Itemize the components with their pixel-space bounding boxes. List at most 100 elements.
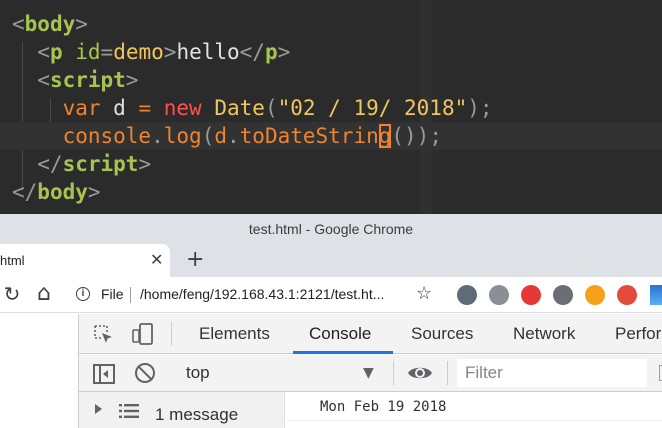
code-token: </ — [12, 180, 38, 204]
scheme-label: File — [101, 286, 124, 302]
code-token: > — [75, 12, 88, 36]
clear-console-icon[interactable] — [135, 363, 155, 383]
omnibox-divider — [130, 287, 131, 303]
code-token: console — [62, 124, 152, 148]
spy-extension-icon[interactable] — [457, 285, 477, 305]
new-tab-button[interactable]: + — [186, 247, 204, 272]
code-token: body — [24, 12, 76, 36]
code-token: > — [138, 152, 152, 176]
text-cursor: g — [378, 124, 392, 148]
active-tab-indicator — [293, 351, 393, 354]
chevron-down-icon: ▼ — [363, 365, 374, 381]
code-token: </ — [12, 152, 63, 176]
code-token: . — [151, 124, 164, 148]
shield-extension-icon[interactable] — [489, 285, 509, 305]
console-sidebar: 1 message — [79, 392, 285, 428]
code-token: Date — [214, 96, 265, 120]
expand-arrow-icon[interactable] — [95, 404, 102, 414]
adblock-extension-icon[interactable] — [521, 285, 541, 305]
code-token: ()); — [391, 124, 442, 148]
code-token: script — [49, 68, 126, 92]
browser-tab[interactable]: html ✕ — [0, 244, 170, 277]
message-count[interactable]: 1 message — [155, 405, 238, 425]
tab-performance[interactable]: Perfor — [615, 324, 661, 344]
code-token: demo — [113, 40, 164, 64]
home-icon[interactable]: ⌂ — [32, 282, 56, 306]
device-toolbar-icon[interactable] — [131, 322, 155, 346]
code-token: > — [125, 68, 139, 92]
console-toolbar: top ▼ — [79, 355, 662, 392]
house-extension-icon[interactable] — [617, 285, 637, 305]
code-token: < — [12, 12, 25, 36]
code-line: var d = new Date("02 / 19/ 2018"); — [12, 94, 662, 122]
code-line: <body> — [12, 10, 662, 38]
code-token: < — [12, 40, 50, 64]
browser-toolbar: ↻ ⌂ i File /home/feng/192.168.43.1:2121/… — [0, 277, 662, 313]
inspect-element-icon[interactable] — [93, 324, 113, 344]
devtools-panel: Elements Console Sources Network Perfor … — [78, 314, 662, 428]
code-token: d — [214, 124, 227, 148]
filter-input[interactable] — [457, 359, 647, 387]
code-token: d — [100, 96, 139, 120]
code-token: "02 / 19/ 2018" — [277, 96, 468, 120]
close-tab-icon[interactable]: ✕ — [150, 250, 163, 270]
context-value: top — [186, 363, 210, 382]
code-token: = — [138, 96, 152, 120]
reload-icon[interactable]: ↻ — [0, 282, 24, 306]
code-token: var — [62, 96, 101, 120]
tab-sources[interactable]: Sources — [411, 324, 473, 344]
code-token: ( — [264, 96, 278, 120]
tab-title: html — [0, 253, 25, 268]
code-token: . — [227, 124, 240, 148]
sidebar-toggle-icon[interactable] — [93, 364, 115, 384]
code-line: </body> — [12, 178, 662, 206]
tools-extension-icon[interactable] — [553, 285, 573, 305]
infinity-extension-icon[interactable] — [585, 285, 605, 305]
code-line: <script> — [12, 66, 662, 94]
toolbar-divider — [393, 361, 394, 385]
tab-elements[interactable]: Elements — [199, 324, 270, 344]
context-select[interactable]: top ▼ — [175, 359, 385, 387]
window-title: test.html - Google Chrome — [248, 221, 414, 237]
tab-strip: html ✕ + — [0, 243, 662, 277]
output-divider — [286, 420, 662, 421]
code-token: ); — [467, 96, 493, 120]
code-token: > — [277, 40, 291, 64]
info-icon[interactable]: i — [76, 287, 90, 301]
bookmark-star-icon[interactable]: ☆ — [416, 283, 432, 304]
code-token: hello — [176, 40, 240, 64]
code-token: < — [12, 68, 50, 92]
url-text[interactable]: /home/feng/192.168.43.1:2121/test.ht... — [140, 286, 384, 302]
toolbar-divider — [447, 361, 448, 385]
code-token: </ — [239, 40, 265, 64]
eye-icon[interactable] — [407, 364, 433, 382]
code-token: log — [163, 124, 202, 148]
page-content — [0, 314, 78, 428]
console-log-line: Mon Feb 19 2018 — [320, 399, 447, 415]
code-token: p — [49, 40, 63, 64]
tab-network[interactable]: Network — [513, 324, 575, 344]
code-line: <p id=demo>hello</p> — [12, 38, 662, 66]
code-token: = — [100, 40, 114, 64]
partial-extension-icon[interactable] — [650, 285, 662, 305]
code-token: ( — [201, 124, 215, 148]
code-token: p — [264, 40, 278, 64]
code-line: </script> — [12, 150, 662, 178]
code-token: toDateStrin — [239, 124, 379, 148]
window-titlebar[interactable]: test.html - Google Chrome — [0, 214, 662, 243]
code-token: > — [163, 40, 177, 64]
tab-console[interactable]: Console — [309, 324, 371, 344]
omnibox[interactable]: i File /home/feng/192.168.43.1:2121/test… — [64, 281, 464, 309]
console-output: Mon Feb 19 2018 — [286, 392, 662, 428]
code-token: new — [163, 96, 202, 120]
code-line-current: console.log(d.toDateString()); — [0, 122, 662, 150]
devtools-tab-bar: Elements Console Sources Network Perfor — [79, 314, 662, 354]
code-token: > — [87, 180, 101, 204]
code-token: script — [62, 152, 139, 176]
code-token: body — [37, 180, 88, 204]
code-editor[interactable]: <body> <p id=demo>hello</p> <script> var… — [0, 0, 662, 214]
